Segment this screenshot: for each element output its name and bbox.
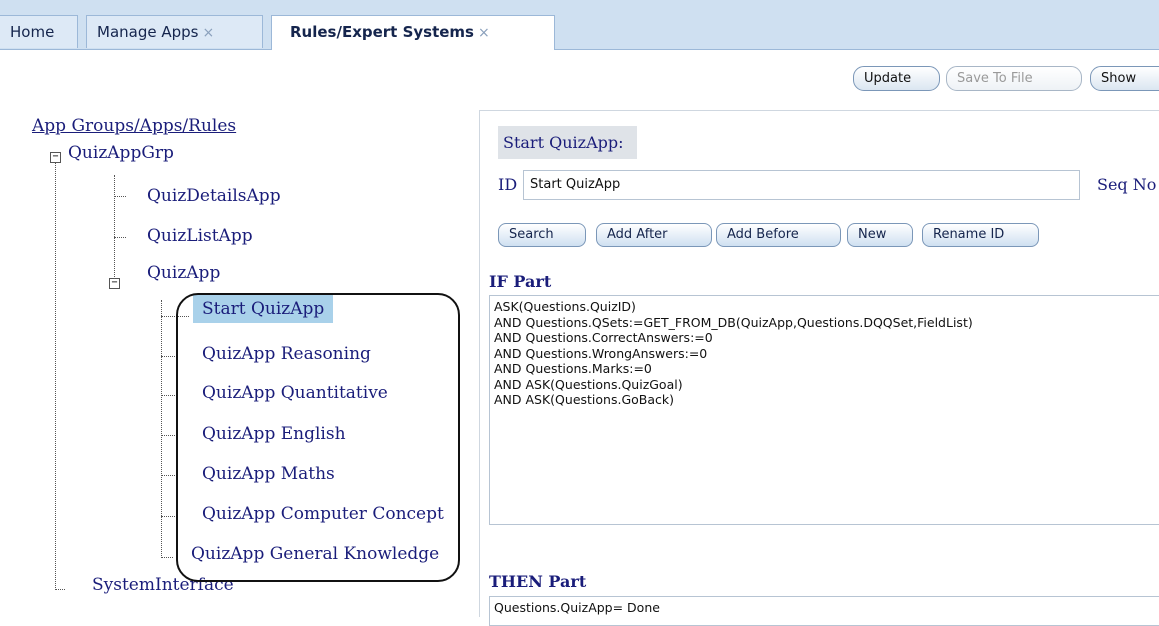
if-part-label: IF Part [489,272,552,291]
collapse-icon[interactable]: − [50,152,61,163]
tree-line [114,175,115,277]
tree-line [114,237,126,238]
tree-node-quizappgrp[interactable]: QuizAppGrp [68,143,174,163]
save-to-file-button[interactable]: Save To File [946,66,1082,91]
tree-line [161,300,162,558]
tree-line [161,435,175,436]
then-part-label: THEN Part [489,572,587,591]
id-input[interactable]: Start QuizApp [523,170,1080,200]
tab-rules-expert-systems[interactable]: Rules/Expert Systems × [271,15,555,50]
tree-node-app[interactable]: QuizListApp [147,226,253,246]
tree-line [55,162,56,590]
tree-line [161,395,175,396]
search-button[interactable]: Search [498,223,586,247]
close-icon[interactable]: × [478,25,490,41]
close-icon[interactable]: × [202,25,214,41]
tab-manage-apps[interactable]: Manage Apps × [86,15,263,48]
seq-no-label: Seq No [1097,175,1157,194]
highlight-outline [176,293,460,582]
tree-line [161,356,175,357]
tab-manage-apps-label: Manage Apps [97,23,199,41]
show-button[interactable]: Show [1090,66,1159,91]
if-part-textarea[interactable]: ASK(Questions.QuizID) AND Questions.QSet… [489,295,1159,525]
tab-home[interactable]: Home [0,15,78,48]
collapse-icon[interactable]: − [109,278,120,289]
tree-line [161,475,175,476]
tab-rules-label: Rules/Expert Systems [290,23,474,41]
rule-title: Start QuizApp: [498,126,637,159]
tree-line [161,516,175,517]
tab-home-label: Home [10,23,55,41]
rename-id-button[interactable]: Rename ID [922,223,1039,247]
tab-bar: Home Manage Apps × Rules/Expert Systems × [0,0,1159,50]
then-part-textarea[interactable]: Questions.QuizApp= Done [489,596,1159,626]
tree-node-quizapp[interactable]: QuizApp [147,263,220,283]
id-label: ID [498,175,518,194]
tree-line [114,196,126,197]
add-after-button[interactable]: Add After [596,223,712,247]
new-button[interactable]: New [847,223,913,247]
update-button[interactable]: Update [853,66,940,91]
add-before-button[interactable]: Add Before [716,223,841,247]
tree-line [55,589,65,590]
tree-node-app[interactable]: QuizDetailsApp [147,186,281,206]
tree-root-link[interactable]: App Groups/Apps/Rules [32,116,236,136]
tree-line [161,557,173,558]
